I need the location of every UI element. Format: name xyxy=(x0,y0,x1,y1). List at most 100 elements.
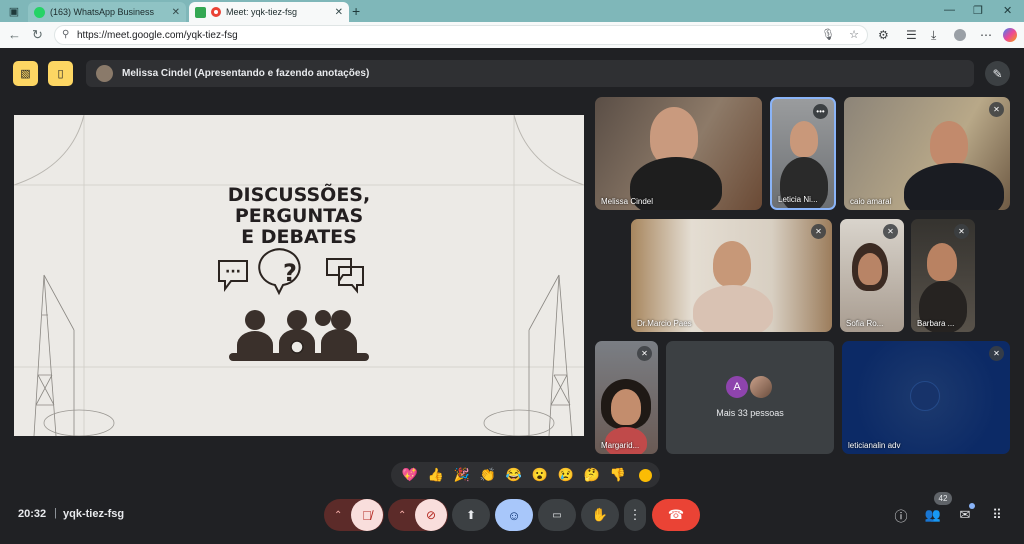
participant-name: Margarid... xyxy=(601,441,640,450)
participant-name: caio amaral xyxy=(850,197,892,206)
meeting-info-icon[interactable]: ⓘ xyxy=(890,504,912,526)
microphone-icon[interactable]: 🎙 xyxy=(821,28,835,41)
hand-icon: ✋ xyxy=(591,507,609,522)
reactions-button[interactable]: ☺ xyxy=(495,499,533,531)
leave-call-button[interactable]: ☎ xyxy=(652,499,700,531)
avatar: A xyxy=(726,376,748,398)
meeting-clock: 20:32 xyxy=(18,508,47,520)
participant-name: Sofia Ro... xyxy=(846,319,884,328)
reactions-bar: 💖 👍 🎉 👏 😂 😮 😢 🤔 👎 xyxy=(391,462,660,488)
presenter-bar: Melissa Cindel (Apresentando e fazendo a… xyxy=(86,60,974,87)
profile-avatar[interactable] xyxy=(954,29,966,41)
discussion-meeting-icon: ··· ? xyxy=(218,248,369,361)
camera-off-icon: ⊘ xyxy=(425,508,437,522)
laugh-reaction-button[interactable]: 😂 xyxy=(501,467,527,483)
participant-video xyxy=(930,121,968,167)
svg-text:?: ? xyxy=(283,259,297,287)
tab-bar: ▣ (163) WhatsApp Business ✕ Meet: yqk-ti… xyxy=(0,0,1024,22)
more-options-icon[interactable]: ••• xyxy=(813,104,828,119)
captions-icon: ▭ xyxy=(552,509,562,521)
site-info-icon[interactable]: ⚲ xyxy=(62,29,69,40)
annotate-pencil-icon[interactable]: ✎ xyxy=(985,61,1010,86)
participant-tile[interactable]: ✕ Barbara ... xyxy=(911,219,975,332)
thumbs-up-reaction-button[interactable]: 👍 xyxy=(423,467,449,483)
url-text: https://meet.google.com/yqk-tiez-fsg xyxy=(77,29,238,41)
copilot-icon[interactable] xyxy=(1003,28,1017,42)
tab-whatsapp[interactable]: (163) WhatsApp Business ✕ xyxy=(28,2,186,22)
svg-text:···: ··· xyxy=(225,264,241,280)
muted-microphone-icon: ✕ xyxy=(989,346,1004,361)
more-options-icon[interactable]: ⋯ xyxy=(980,28,992,42)
present-screen-icon: ⬆ xyxy=(465,508,477,522)
participant-tile[interactable]: ✕ Margarid... xyxy=(595,341,658,454)
participant-name: Melissa Cindel xyxy=(601,197,654,206)
participant-tile[interactable]: ✕ caio amaral xyxy=(844,97,1010,210)
activities-icon[interactable]: ⠿ xyxy=(986,504,1008,526)
back-icon[interactable]: ← xyxy=(8,27,21,42)
slide-title-line: DISCUSSÕES, xyxy=(227,184,371,206)
more-participants-tile[interactable]: A Mais 33 pessoas xyxy=(666,341,834,454)
captions-button[interactable]: ▭ xyxy=(538,499,576,531)
maximize-button[interactable]: ❐ xyxy=(973,4,983,17)
chevron-up-icon: ⌃ xyxy=(334,509,343,521)
microphone-off-icon: 🎙̸ xyxy=(362,507,372,523)
slide-title-line: PERGUNTAS xyxy=(234,205,364,227)
participant-tile[interactable]: ✕ leticianalin adv xyxy=(842,341,1010,454)
participant-tile[interactable]: Melissa Cindel xyxy=(595,97,762,210)
raise-hand-button[interactable]: ✋ xyxy=(581,499,619,531)
favorite-star-icon[interactable]: ☆ xyxy=(849,28,859,41)
tab-title: Meet: yqk-tiez-fsg xyxy=(226,7,298,17)
window-menu-icon[interactable]: ▣ xyxy=(6,3,22,19)
participant-name: Dr.Marcio Paes xyxy=(637,319,692,328)
participant-name: Leticia Ni... xyxy=(778,195,818,204)
meet-area: ▧ ▯ Melissa Cindel (Apresentando e fazen… xyxy=(0,48,1024,544)
close-window-button[interactable]: ✕ xyxy=(1003,4,1012,17)
minimize-button[interactable]: — xyxy=(944,4,955,16)
muted-microphone-icon: ✕ xyxy=(954,224,969,239)
sad-reaction-button[interactable]: 😢 xyxy=(553,467,579,483)
muted-microphone-icon: ✕ xyxy=(811,224,826,239)
recording-icon xyxy=(211,7,221,17)
more-options-button[interactable]: ⋮ xyxy=(624,499,646,531)
participant-video xyxy=(904,163,1004,210)
heart-reaction-button[interactable]: 💖 xyxy=(397,467,423,483)
presenter-avatar xyxy=(96,65,113,82)
participant-tile[interactable]: ••• Leticia Ni... xyxy=(770,97,836,210)
clap-reaction-button[interactable]: 👏 xyxy=(475,467,501,483)
thinking-reaction-button[interactable]: 🤔 xyxy=(579,467,605,483)
favorites-icon[interactable]: ☰ xyxy=(906,28,917,42)
thumbs-down-reaction-button[interactable]: 👎 xyxy=(605,467,631,483)
participant-name: Barbara ... xyxy=(917,319,955,328)
presenter-text: Melissa Cindel (Apresentando e fazendo a… xyxy=(122,68,370,79)
participant-tile[interactable]: ✕ Dr.Marcio Paes xyxy=(631,219,832,332)
skin-tone-icon[interactable] xyxy=(639,468,652,482)
surprised-reaction-button[interactable]: 😮 xyxy=(527,467,553,483)
present-screen-button[interactable]: ⬆ xyxy=(452,499,490,531)
reload-icon[interactable]: ↻ xyxy=(32,27,43,43)
people-icon[interactable]: 👥 xyxy=(922,504,944,526)
participant-video xyxy=(693,285,773,332)
participant-video xyxy=(927,243,957,281)
downloads-icon[interactable]: ⤓ xyxy=(931,28,936,43)
party-reaction-button[interactable]: 🎉 xyxy=(449,467,475,483)
new-tab-button[interactable]: + xyxy=(352,3,360,19)
extensions-icon[interactable]: ⚙ xyxy=(878,28,889,42)
presentation-layout-icon[interactable]: ▯ xyxy=(48,61,73,86)
presentation-slide: DISCUSSÕES, PERGUNTAS E DEBATES ··· ? xyxy=(14,115,584,436)
close-tab-icon[interactable]: ✕ xyxy=(335,7,343,18)
address-bar[interactable]: ⚲ https://meet.google.com/yqk-tiez-fsg 🎙… xyxy=(54,25,868,45)
close-tab-icon[interactable]: ✕ xyxy=(172,7,180,18)
participant-count-badge: 42 xyxy=(934,492,952,505)
participant-video xyxy=(713,241,751,287)
camera-off-button[interactable]: ⊘ xyxy=(415,499,447,531)
more-participants-label: Mais 33 pessoas xyxy=(716,408,784,418)
tab-meet[interactable]: Meet: yqk-tiez-fsg ✕ xyxy=(189,2,349,22)
participant-avatar xyxy=(910,381,940,411)
stop-presenting-icon[interactable]: ▧ xyxy=(13,61,38,86)
muted-microphone-icon: ✕ xyxy=(989,102,1004,117)
emoji-icon: ☺ xyxy=(507,507,521,523)
microphone-off-button[interactable]: 🎙̸ xyxy=(351,499,383,531)
whatsapp-icon xyxy=(34,6,45,18)
participant-name: leticianalin adv xyxy=(848,441,901,450)
participant-tile[interactable]: ✕ Sofia Ro... xyxy=(840,219,904,332)
